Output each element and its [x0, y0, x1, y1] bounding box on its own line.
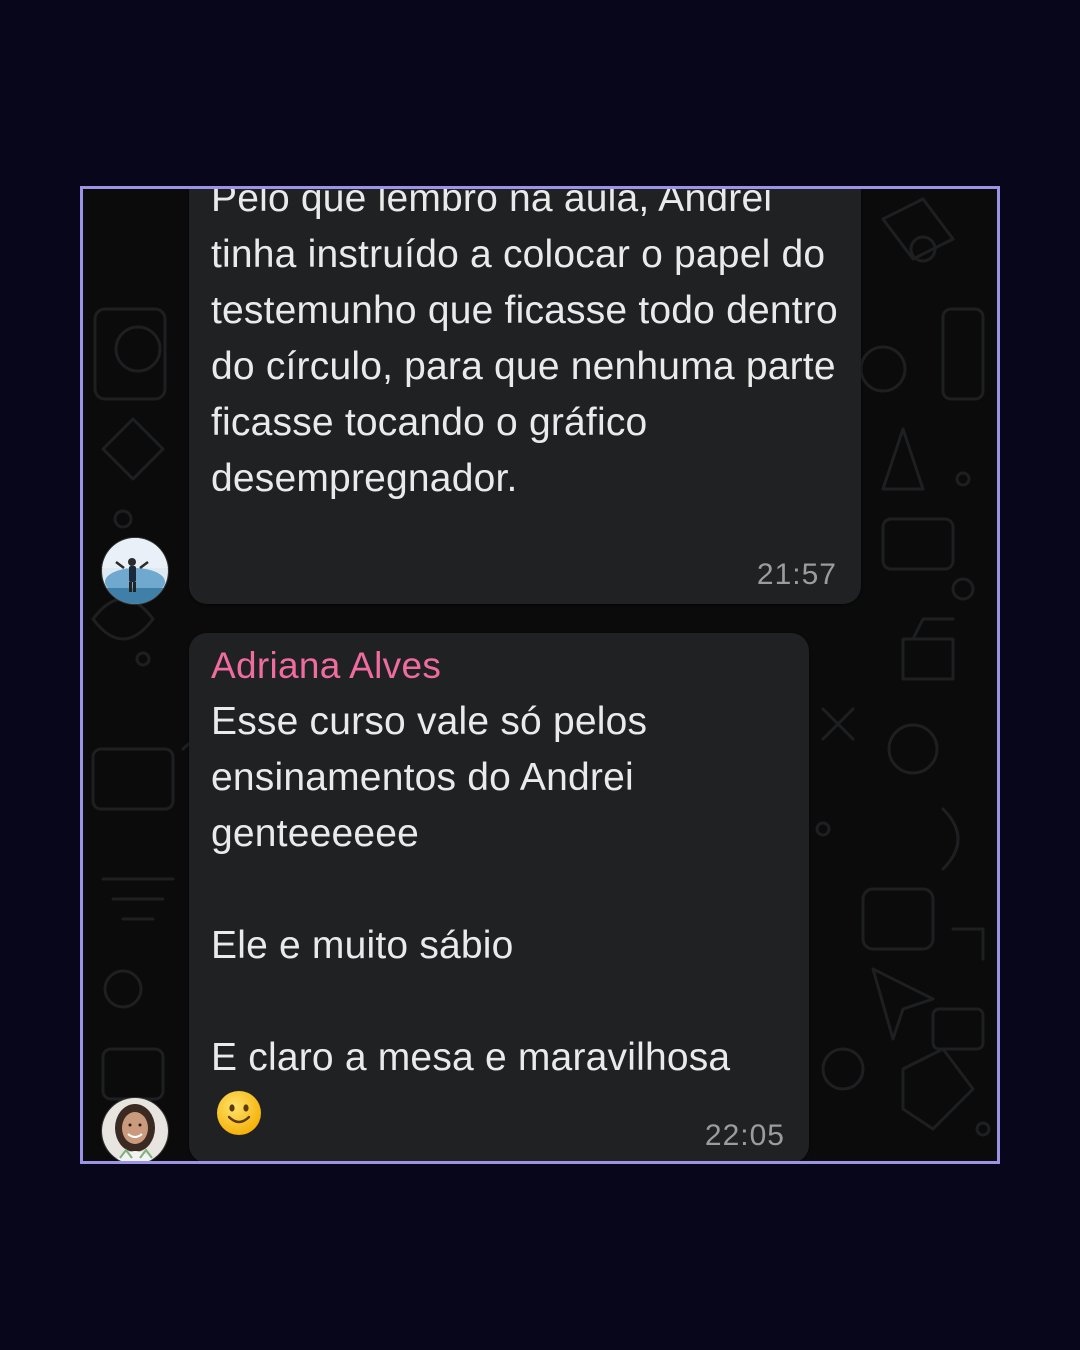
sender-name[interactable]: Adriana Alves: [211, 645, 441, 687]
message-timestamp: 22:05: [704, 1119, 785, 1152]
chat-screenshot-frame: Pelo que lembro na aula, Andrei tinha in…: [80, 186, 1000, 1164]
slightly-smiling-face-icon: [217, 1091, 261, 1135]
message-text: Pelo que lembro na aula, Andrei tinha in…: [211, 186, 849, 500]
message-text: Esse curso vale só pelos ensinamentos do…: [211, 700, 731, 1079]
message-bubble-incoming[interactable]: Adriana Alves Esse curso vale só pelos e…: [189, 633, 809, 1161]
user-avatar-photo-beach-icon: [102, 538, 168, 604]
message-bubble-incoming[interactable]: Pelo que lembro na aula, Andrei tinha in…: [189, 186, 861, 604]
message-timestamp: 21:57: [756, 558, 837, 591]
user-avatar[interactable]: [101, 1097, 169, 1161]
user-avatar[interactable]: [101, 537, 169, 605]
user-avatar-photo-woman-icon: [102, 1098, 168, 1161]
